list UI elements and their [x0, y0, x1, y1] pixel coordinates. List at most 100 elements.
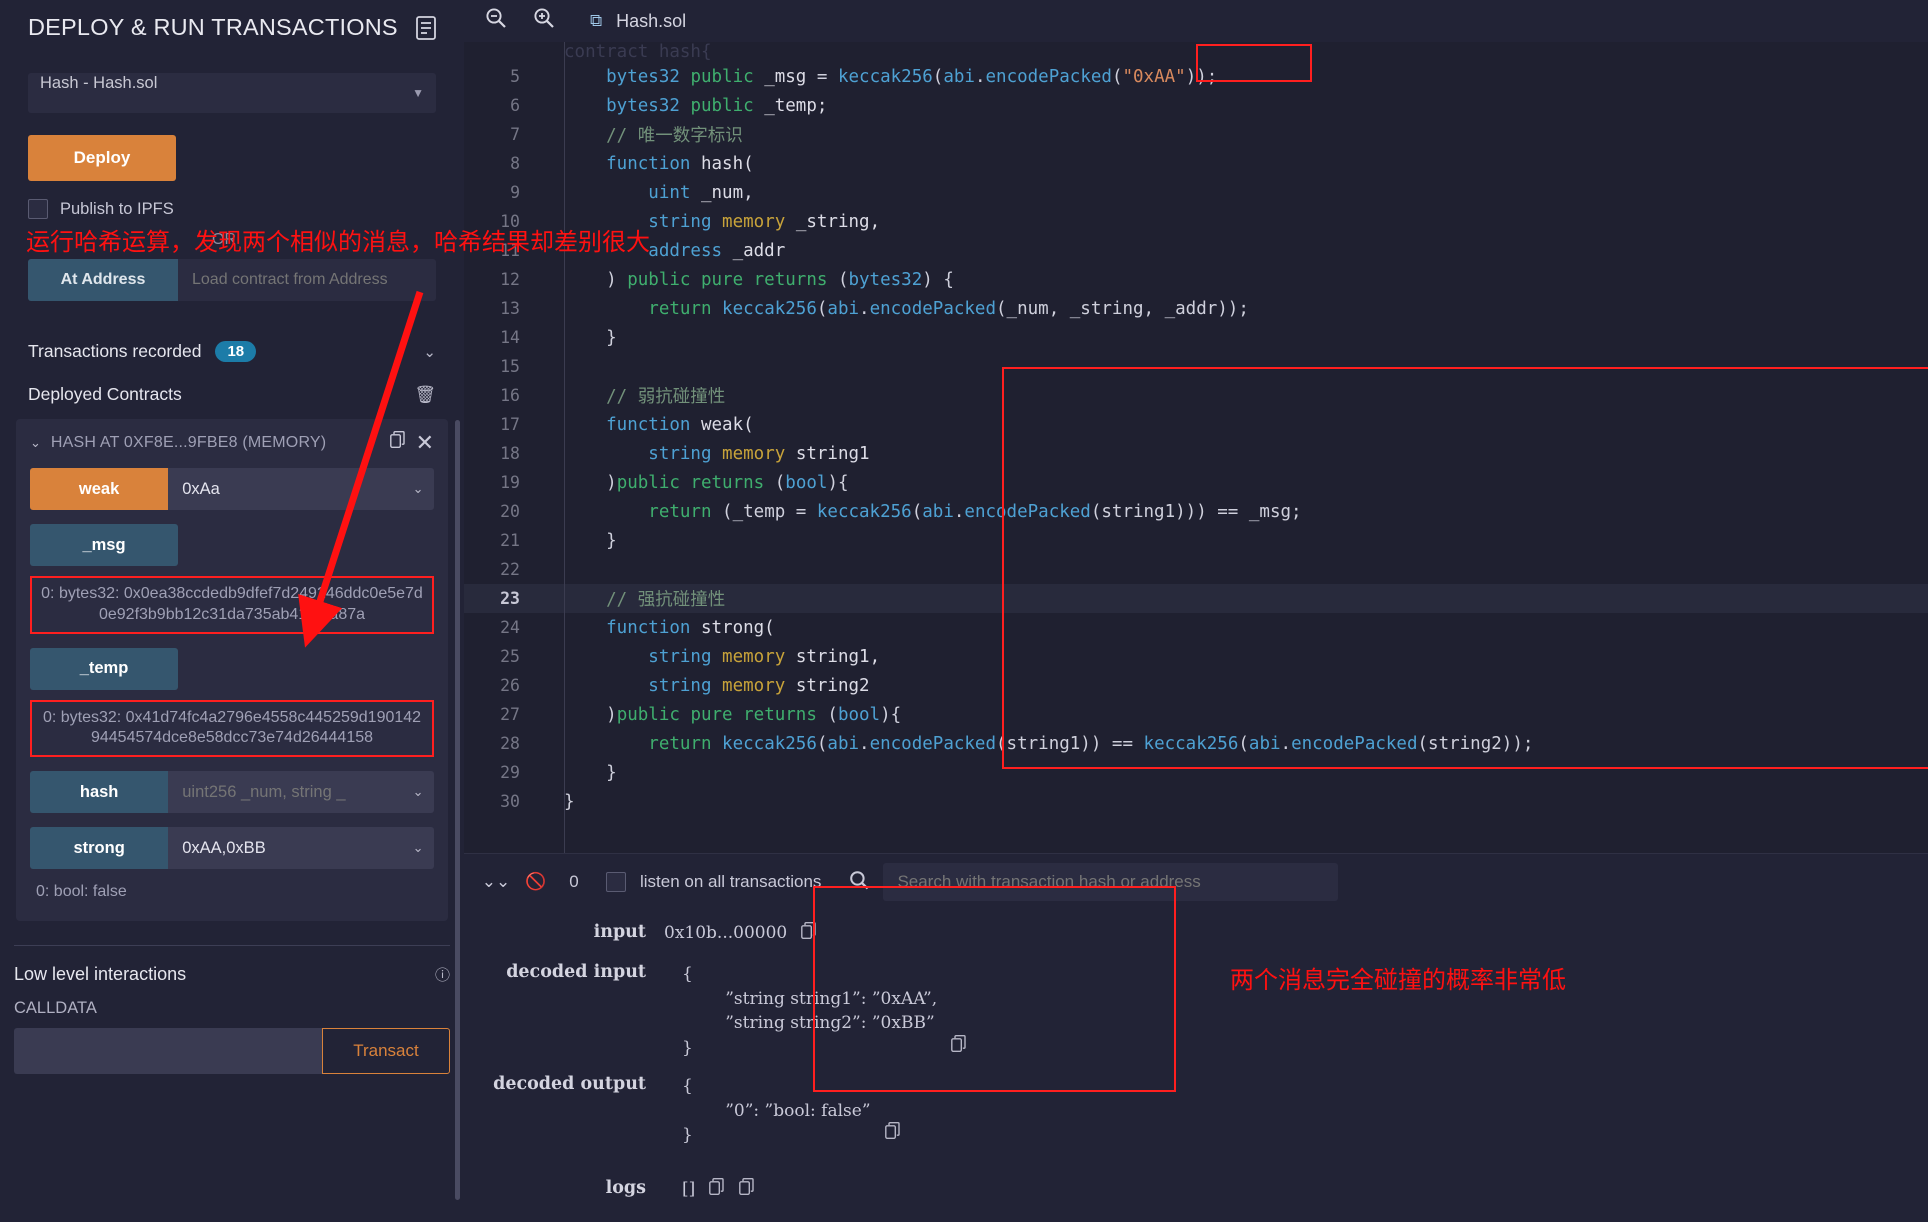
strong-function-input[interactable] — [168, 827, 403, 870]
chevron-down-icon[interactable]: ⌄ — [30, 435, 41, 451]
line-number: 21 — [500, 531, 520, 550]
annotation-note-left: 运行哈希运算，发现两个相似的消息，哈希结果却差别很大 — [26, 228, 650, 256]
code-text: uint _num, — [564, 182, 754, 203]
hash-function-button[interactable]: hash — [30, 771, 169, 814]
chevrons-down-icon[interactable]: ⌄⌄ — [476, 872, 516, 892]
code-line: 16 // 弱抗碰撞性 — [464, 381, 1928, 410]
code-text: contract hash{ — [564, 42, 712, 62]
book-icon[interactable] — [416, 15, 436, 40]
contract-select-value: Hash - Hash.sol — [40, 73, 158, 92]
hash-function-input[interactable] — [168, 771, 403, 814]
code-text: ) public pure returns (bytes32) { — [564, 269, 954, 290]
copy-icon[interactable] — [884, 1121, 901, 1148]
line-number: 29 — [500, 763, 520, 782]
chevron-down-icon[interactable]: ⌄ — [402, 468, 434, 510]
line-number: 18 — [500, 444, 520, 463]
line-number: 9 — [510, 183, 520, 202]
zoom-in-icon[interactable] — [522, 7, 566, 35]
code-line: 19 )public returns (bool){ — [464, 468, 1928, 497]
code-line: 21 } — [464, 526, 1928, 555]
page-title: DEPLOY & RUN TRANSACTIONS — [28, 14, 398, 40]
code-text: function hash( — [564, 153, 754, 174]
deployed-contract-card: ⌄ HASH AT 0XF8E...9FBE8 (MEMORY) ✕ weak … — [16, 419, 448, 922]
temp-getter-button[interactable]: _temp — [30, 647, 178, 690]
line-number: 15 — [500, 357, 520, 376]
code-line: 14 } — [464, 323, 1928, 352]
line-number: 12 — [500, 270, 520, 289]
code-text: bytes32 public _msg = keccak256(abi.enco… — [564, 66, 1218, 87]
function-row-msg: _msg — [30, 524, 434, 566]
publish-ipfs-row[interactable]: Publish to IPFS — [28, 199, 436, 219]
listen-all-checkbox[interactable] — [606, 872, 626, 892]
code-line: 24 function strong( — [464, 613, 1928, 642]
deploy-button[interactable]: Deploy — [28, 135, 176, 181]
tab-hash-sol[interactable]: Hash.sol — [616, 11, 686, 32]
copy-icon[interactable] — [951, 1034, 967, 1061]
line-number: 20 — [500, 502, 520, 521]
code-line: 26 string memory string2 — [464, 671, 1928, 700]
line-number: 30 — [500, 792, 520, 811]
code-line: 7 // 唯一数字标识 — [464, 120, 1928, 149]
publish-ipfs-checkbox[interactable] — [28, 199, 48, 219]
chevron-down-icon[interactable]: ⌄ — [402, 771, 434, 814]
copy-icon[interactable] — [709, 1178, 725, 1200]
calldata-label: CALLDATA — [14, 999, 97, 1018]
line-number: 27 — [500, 705, 520, 724]
chevron-down-icon[interactable]: ⌄ — [423, 343, 436, 361]
sidebar-scrollbar[interactable] — [455, 420, 460, 1200]
at-address-row: At Address — [28, 259, 436, 301]
msg-getter-button[interactable]: _msg — [30, 524, 178, 566]
chevron-down-icon[interactable]: ⌄ — [402, 827, 434, 870]
weak-function-button[interactable]: weak — [30, 468, 169, 510]
code-line: 10 string memory _string, — [464, 207, 1928, 236]
code-text: bytes32 public _temp; — [564, 95, 828, 116]
code-editor[interactable]: contract hash{5 bytes32 public _msg = ke… — [464, 42, 1928, 853]
temp-result-value: 0: bytes32: 0x41d74fc4a2796e4558c445259d… — [30, 699, 434, 758]
transaction-search-input[interactable] — [883, 863, 1339, 901]
contract-card-header[interactable]: ⌄ HASH AT 0XF8E...9FBE8 (MEMORY) ✕ — [30, 431, 434, 454]
code-line: 8 function hash( — [464, 149, 1928, 178]
annotation-note-right: 两个消息完全碰撞的概率非常低 — [1230, 966, 1566, 994]
code-line: 11 address _addr — [464, 236, 1928, 265]
decoded-input-wrap: { ”string string1”: ”0xAA”, ”string stri… — [682, 956, 967, 1061]
zoom-out-icon[interactable] — [474, 7, 518, 35]
no-entry-icon[interactable]: 🚫 — [516, 872, 556, 892]
info-icon[interactable]: ⓘ — [435, 964, 450, 985]
calldata-input[interactable] — [14, 1028, 322, 1075]
decoded-input-json: { ”string string1”: ”0xAA”, ”string stri… — [682, 964, 938, 1058]
copy-icon[interactable] — [389, 431, 406, 454]
code-text: } — [564, 530, 617, 551]
transact-button[interactable]: Transact — [322, 1028, 450, 1075]
code-text: )public pure returns (bool){ — [564, 704, 902, 725]
code-line: 17 function weak( — [464, 410, 1928, 439]
decoded-output-wrap: { ”0”: ”bool: false” } — [682, 1068, 901, 1148]
line-number: 25 — [500, 647, 520, 666]
code-text: return keccak256(abi.encodePacked(string… — [564, 733, 1534, 754]
close-icon[interactable]: ✕ — [416, 431, 434, 454]
transactions-recorded-row[interactable]: Transactions recorded 18 ⌄ — [28, 341, 436, 362]
publish-ipfs-label: Publish to IPFS — [60, 199, 174, 218]
terminal-row-decoded-output: decoded output { ”0”: ”bool: false” } — [464, 1068, 1928, 1172]
contract-select[interactable]: Hash - Hash.sol ▼ — [28, 73, 436, 113]
strong-function-button[interactable]: strong — [30, 827, 169, 870]
code-text: return keccak256(abi.encodePacked(_num, … — [564, 298, 1249, 319]
logs-value: [] — [682, 1179, 696, 1199]
terminal-panel: ⌄⌄ 🚫 0 listen on all transactions input … — [464, 853, 1928, 1222]
terminal-row-input: input 0x10b...00000 — [464, 916, 1928, 956]
sidebar-header: DEPLOY & RUN TRANSACTIONS — [0, 0, 464, 49]
line-number: 8 — [510, 154, 520, 173]
terminal-body: input 0x10b...00000 decoded input { ”str… — [464, 910, 1928, 1222]
at-address-input[interactable] — [178, 259, 436, 301]
copy-icon[interactable] — [801, 922, 817, 944]
copy-icon[interactable] — [739, 1178, 755, 1200]
at-address-button[interactable]: At Address — [28, 259, 178, 301]
code-text: // 唯一数字标识 — [564, 126, 743, 146]
weak-function-input[interactable] — [168, 468, 403, 510]
function-row-temp: _temp — [30, 647, 434, 690]
trash-icon[interactable]: 🗑 — [414, 385, 436, 405]
code-text: // 弱抗碰撞性 — [564, 387, 726, 407]
search-icon[interactable] — [849, 870, 869, 895]
code-line: 30} — [464, 787, 1928, 816]
code-line: contract hash{ — [464, 42, 1928, 62]
